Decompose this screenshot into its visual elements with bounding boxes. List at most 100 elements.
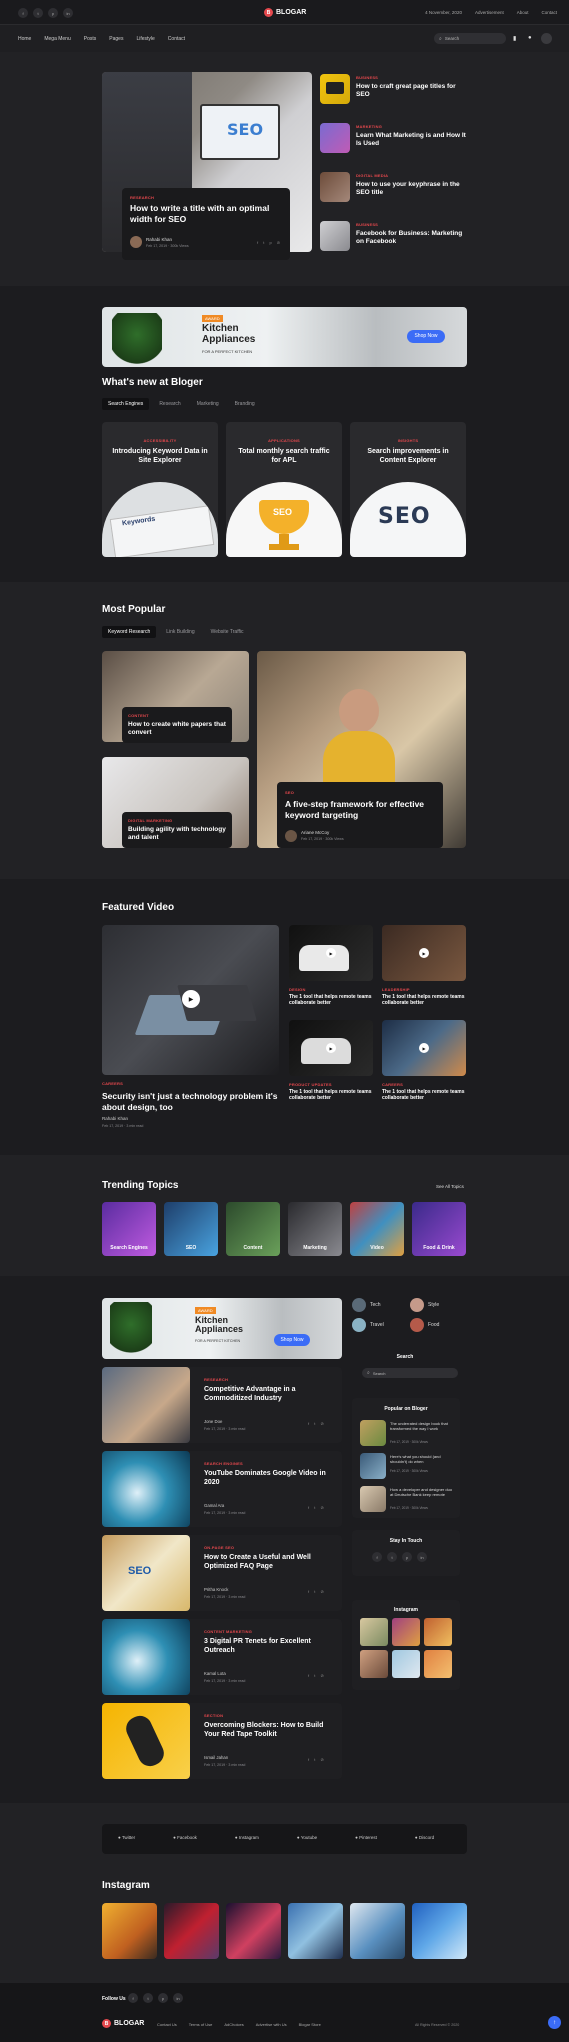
- hero-main-author[interactable]: Rahabi Khan: [146, 237, 172, 242]
- nav-home[interactable]: Home: [18, 36, 31, 42]
- brand-logo[interactable]: B BLOGAR: [264, 8, 306, 17]
- news-card-3-tag[interactable]: INSIGHTS: [350, 438, 466, 443]
- avatar[interactable]: [541, 33, 552, 44]
- footer-link-contact[interactable]: Contact Us: [157, 2022, 177, 2027]
- insta-image-3[interactable]: [226, 1903, 281, 1959]
- tab-keyword-research[interactable]: Keyword Research: [102, 626, 157, 638]
- insta-thumb[interactable]: [424, 1650, 452, 1678]
- topic-food-drink[interactable]: Food & Drink: [412, 1202, 466, 1256]
- insta-thumb[interactable]: [392, 1650, 420, 1678]
- play-icon[interactable]: ▶: [326, 1043, 336, 1053]
- side-thumb-2[interactable]: [320, 123, 350, 153]
- post-1-tag[interactable]: RESEARCH: [204, 1377, 228, 1382]
- popular-main-tag[interactable]: SEO: [285, 790, 294, 795]
- post-2-author[interactable]: Gamal Ara: [204, 1503, 224, 1508]
- back-to-top-icon[interactable]: ↑: [548, 2016, 561, 2029]
- popular-thumb-1[interactable]: [360, 1420, 386, 1446]
- post-2[interactable]: SEARCH ENGINES YouTube Dominates Google …: [102, 1451, 342, 1527]
- post-1-image[interactable]: [102, 1367, 190, 1443]
- post-4-title[interactable]: 3 Digital PR Tenets for Excellent Outrea…: [204, 1638, 332, 1656]
- cat-tech[interactable]: Tech: [352, 1298, 381, 1312]
- play-icon[interactable]: ▶: [419, 948, 429, 958]
- side-tag-2[interactable]: MARKETING: [356, 124, 382, 129]
- topic-seo[interactable]: SEO: [164, 1202, 218, 1256]
- video-small-4-tag[interactable]: CAREERS: [382, 1082, 403, 1087]
- post-4[interactable]: CONTENT MARKETING 3 Digital PR Tenets fo…: [102, 1619, 342, 1695]
- top-link-advertisement[interactable]: Advertisement: [475, 10, 504, 15]
- share-icons[interactable]: f t p ⊘: [257, 240, 282, 245]
- video-small-1-title[interactable]: The 1 tool that helps remote teams colla…: [289, 994, 373, 1007]
- popular-main-author[interactable]: Ariane McCoy: [301, 830, 329, 835]
- social-instagram[interactable]: ● Instagram: [235, 1835, 259, 1840]
- pinterest-icon[interactable]: p: [48, 8, 58, 18]
- insta-image-6[interactable]: [412, 1903, 467, 1959]
- social-facebook[interactable]: ● Facebook: [173, 1835, 197, 1840]
- facebook-icon[interactable]: f: [372, 1552, 382, 1562]
- post-3-author[interactable]: Pritha Knock: [204, 1587, 228, 1592]
- nav-mega-menu[interactable]: Mega Menu: [44, 36, 70, 42]
- linkedin-icon[interactable]: in: [417, 1552, 427, 1562]
- side-thumb-1[interactable]: [320, 74, 350, 104]
- popular-card-1[interactable]: CONTENT How to create white papers that …: [122, 707, 232, 743]
- popular-widget-item-3[interactable]: How a developer and designer duo at Deut…: [390, 1487, 454, 1497]
- facebook-icon[interactable]: f: [18, 8, 28, 18]
- play-icon[interactable]: ▶: [326, 948, 336, 958]
- popular-card-2[interactable]: DIGITAL MARKETING Building agility with …: [122, 812, 232, 848]
- social-discord[interactable]: ● Discord: [415, 1835, 434, 1840]
- side-tag-4[interactable]: BUSINESS: [356, 222, 378, 227]
- video-small-3-title[interactable]: The 1 tool that helps remote teams colla…: [289, 1089, 373, 1102]
- share-icons[interactable]: f t ⊘: [308, 1589, 326, 1594]
- social-pinterest[interactable]: ● Pinterest: [355, 1835, 377, 1840]
- video-main-image[interactable]: ▶: [102, 925, 279, 1075]
- video-small-1-tag[interactable]: DESIGN: [289, 987, 306, 992]
- twitter-icon[interactable]: t: [33, 8, 43, 18]
- post-3-image[interactable]: SEO: [102, 1535, 190, 1611]
- insta-image-2[interactable]: [164, 1903, 219, 1959]
- hero-main-tag[interactable]: RESEARCH: [130, 195, 154, 200]
- side-thumb-3[interactable]: [320, 172, 350, 202]
- share-icons[interactable]: f t ⊘: [308, 1505, 326, 1510]
- topic-video[interactable]: Video: [350, 1202, 404, 1256]
- top-link-about[interactable]: About: [517, 10, 529, 15]
- post-4-author[interactable]: Kamal Lota: [204, 1671, 226, 1676]
- video-thumb-2[interactable]: ▶: [382, 925, 466, 981]
- cat-food[interactable]: Food: [410, 1318, 439, 1332]
- side-title-4[interactable]: Facebook for Business: Marketing on Face…: [356, 230, 468, 246]
- video-main-tag[interactable]: CAREERS: [102, 1081, 123, 1086]
- linkedin-icon[interactable]: in: [63, 8, 73, 18]
- post-5[interactable]: SECTION Overcoming Blockers: How to Buil…: [102, 1703, 342, 1779]
- hero-main-title[interactable]: How to write a title with an optimal wid…: [130, 203, 280, 224]
- video-main-title[interactable]: Security isn't just a technology problem…: [102, 1091, 282, 1112]
- topic-content[interactable]: Content: [226, 1202, 280, 1256]
- popular-widget-item-2[interactable]: Here's what you should (and shouldn't) d…: [390, 1454, 454, 1464]
- video-small-2-title[interactable]: The 1 tool that helps remote teams colla…: [382, 994, 466, 1007]
- insta-thumb[interactable]: [360, 1650, 388, 1678]
- play-icon[interactable]: ▶: [182, 990, 200, 1008]
- tab-link-building[interactable]: Link Building: [160, 626, 200, 638]
- post-4-image[interactable]: [102, 1619, 190, 1695]
- insta-image-1[interactable]: [102, 1903, 157, 1959]
- post-1-author[interactable]: Jone Doe: [204, 1419, 222, 1424]
- hero-main-card[interactable]: RESEARCH How to write a title with an op…: [122, 188, 290, 260]
- cat-style[interactable]: Style: [410, 1298, 439, 1312]
- sidebar-search-input[interactable]: ⌕ Search: [362, 1368, 458, 1378]
- insta-thumb[interactable]: [424, 1618, 452, 1646]
- insta-thumb[interactable]: [392, 1618, 420, 1646]
- social-youtube[interactable]: ● Youtube: [297, 1835, 317, 1840]
- play-icon[interactable]: ▶: [419, 1043, 429, 1053]
- popular-1-tag[interactable]: CONTENT: [128, 713, 149, 718]
- popular-2-title[interactable]: Building agility with technology and tal…: [128, 826, 228, 842]
- nav-contact[interactable]: Contact: [168, 36, 185, 42]
- side-title-1[interactable]: How to craft great page titles for SEO: [356, 83, 468, 99]
- popular-2-tag[interactable]: DIGITAL MARKETING: [128, 818, 172, 823]
- nav-pages[interactable]: Pages: [109, 36, 123, 42]
- tab-search-engines[interactable]: Search Engines: [102, 398, 150, 410]
- cat-travel[interactable]: Travel: [352, 1318, 384, 1332]
- share-icons[interactable]: f t ⊘: [308, 1673, 326, 1678]
- topic-marketing[interactable]: Marketing: [288, 1202, 342, 1256]
- side-thumb-4[interactable]: [320, 221, 350, 251]
- see-all-topics-link[interactable]: See All Topics: [436, 1184, 464, 1189]
- insta-image-5[interactable]: [350, 1903, 405, 1959]
- bookmark-icon[interactable]: ▮: [513, 35, 516, 42]
- video-small-3-tag[interactable]: PRODUCT UPDATES: [289, 1082, 332, 1087]
